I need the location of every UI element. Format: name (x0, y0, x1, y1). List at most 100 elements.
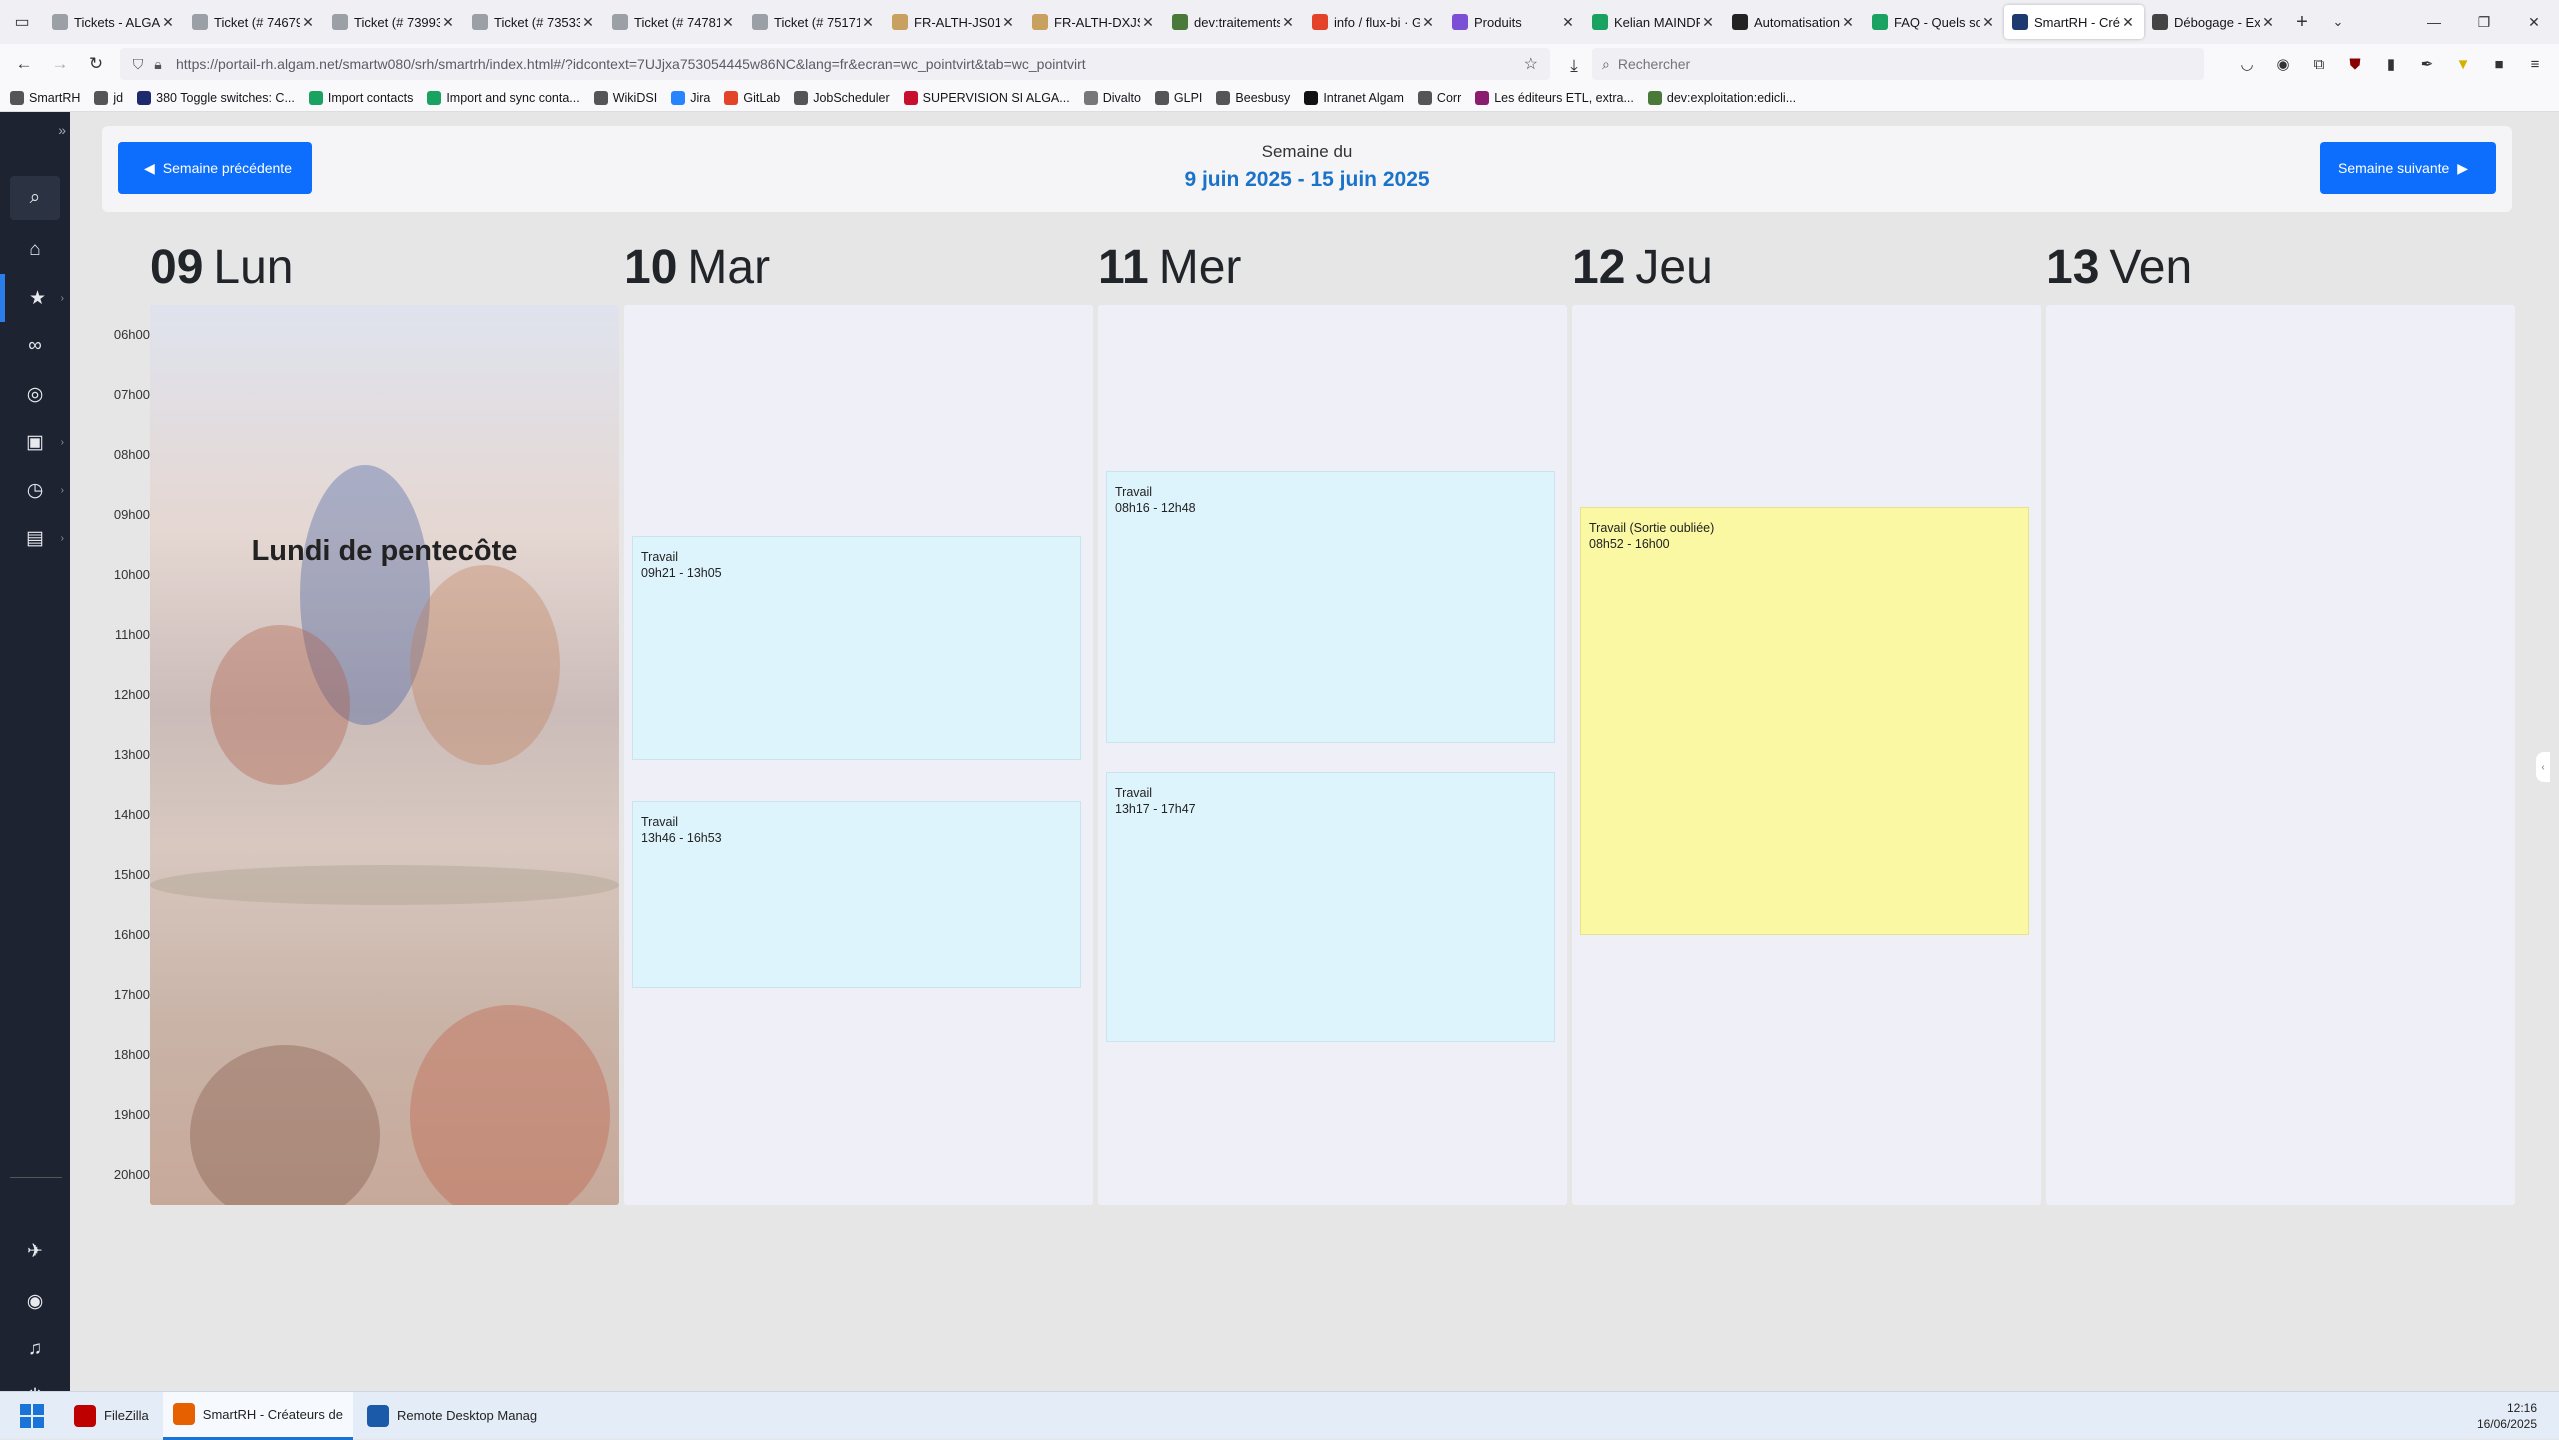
tab-close-icon[interactable]: ✕ (300, 14, 316, 31)
extension-feather-icon[interactable]: ✒ (2409, 46, 2445, 82)
taskbar-app[interactable]: FileZilla (64, 1392, 159, 1440)
time-entry-event[interactable]: Travail (Sortie oubliée) 08h52 - 16h00 (1580, 507, 2029, 935)
tab-close-icon[interactable]: ✕ (580, 14, 596, 31)
user-menu-item[interactable]: ◉ (0, 1277, 70, 1325)
star-menu-item[interactable]: ★ › (0, 274, 70, 322)
home-menu-item[interactable]: ⌂ (0, 226, 70, 274)
browser-tab[interactable]: Tickets - ALGAM✕ (44, 5, 184, 39)
search-menu-item[interactable]: ⌕ (10, 176, 60, 220)
tab-close-icon[interactable]: ✕ (160, 14, 176, 31)
tab-close-icon[interactable]: ✕ (1140, 14, 1156, 31)
extensions-icon[interactable]: ⧉ (2301, 46, 2337, 82)
browser-tab[interactable]: Ticket (# 74781) ✕ (604, 5, 744, 39)
time-entry-event[interactable]: Travail 09h21 - 13h05 (632, 536, 1081, 760)
bookmark-item[interactable]: Import contacts (308, 90, 413, 105)
restore-button[interactable]: ❐ (2459, 0, 2509, 44)
bookmark-item[interactable]: GLPI (1154, 90, 1202, 105)
bookmark-item[interactable]: Divalto (1083, 90, 1141, 105)
day-column[interactable]: Travail (Sortie oubliée) 08h52 - 16h00 (1572, 305, 2041, 1205)
bookmark-item[interactable]: Corr (1417, 90, 1461, 105)
bookmark-item[interactable]: WikiDSI (593, 90, 657, 105)
tab-close-icon[interactable]: ✕ (1280, 14, 1296, 31)
back-button[interactable]: ← (6, 46, 42, 82)
tab-close-icon[interactable]: ✕ (1560, 14, 1576, 31)
browser-tab[interactable]: FR-ALTH-JS01x6✕ (884, 5, 1024, 39)
tab-list-icon[interactable]: ▭ (0, 0, 44, 44)
start-button[interactable] (0, 1392, 64, 1440)
search-bar[interactable]: ⌕ (1592, 48, 2204, 80)
bookmark-item[interactable]: Import and sync conta... (427, 90, 580, 105)
browser-tab[interactable]: Ticket (# 75171) ✕ (744, 5, 884, 39)
shield-icon[interactable]: ⛉ (128, 56, 148, 73)
menu-icon[interactable]: ≡ (2517, 46, 2553, 82)
bookmark-item[interactable]: Les éditeurs ETL, extra... (1475, 90, 1634, 105)
bookmark-item[interactable]: 380 Toggle switches: C... (137, 90, 295, 105)
clock-menu-item[interactable]: ◷ › (0, 466, 70, 514)
ublock-icon[interactable]: ⛊ (2337, 46, 2373, 82)
bookmark-item[interactable]: Intranet Algam (1304, 90, 1404, 105)
url-text[interactable]: https://portail-rh.algam.net/smartw080/s… (176, 56, 1086, 72)
bookmark-star-icon[interactable]: ☆ (1524, 54, 1538, 74)
system-clock[interactable]: 12:16 16/06/2025 (2477, 1400, 2537, 1432)
bookmark-item[interactable]: SmartRH (10, 90, 80, 105)
browser-tab[interactable]: Débogage - Ext ✕ (2144, 5, 2284, 39)
reload-button[interactable]: ↻ (78, 46, 114, 82)
day-column[interactable]: Lundi de pentecôte (150, 305, 619, 1205)
time-entry-event[interactable]: Travail 13h46 - 16h53 (632, 801, 1081, 988)
lock-icon[interactable]: 🔒︎ (148, 56, 168, 73)
list-all-tabs-icon[interactable]: ⌄ (2320, 14, 2356, 30)
tab-close-icon[interactable]: ✕ (1840, 14, 1856, 31)
extension-v-icon[interactable]: ▼ (2445, 46, 2481, 82)
calendar-user-menu-item[interactable]: ▣ › (0, 418, 70, 466)
forward-button[interactable]: → (42, 46, 78, 82)
time-entry-event[interactable]: Travail 08h16 - 12h48 (1106, 471, 1555, 743)
url-bar[interactable]: ⛉ 🔒︎ https://portail-rh.algam.net/smartw… (120, 48, 1550, 80)
sidebar-expand-icon[interactable]: » (58, 122, 66, 138)
tab-close-icon[interactable]: ✕ (440, 14, 456, 31)
minimize-button[interactable]: — (2409, 0, 2459, 44)
chat-menu-item[interactable]: ▤ › (0, 514, 70, 562)
browser-tab[interactable]: SmartRH - Créa ✕ (2004, 5, 2144, 39)
bookmark-item[interactable]: Beesbusy (1216, 90, 1290, 105)
download-icon[interactable]: ⤓ (1556, 48, 1592, 84)
account-icon[interactable]: ◉ (2265, 46, 2301, 82)
browser-tab[interactable]: Ticket (# 73533) ✕ (464, 5, 604, 39)
user-search-menu-item[interactable]: ◎ (0, 370, 70, 418)
plane-menu-item[interactable]: ✈ (0, 1227, 70, 1275)
bookmark-item[interactable]: JobScheduler (794, 90, 890, 105)
tab-close-icon[interactable]: ✕ (1700, 14, 1716, 31)
browser-tab[interactable]: dev:traitements ✕ (1164, 5, 1304, 39)
pocket-icon[interactable]: ◡ (2229, 46, 2265, 82)
new-tab-button[interactable]: + (2284, 11, 2320, 34)
extension-box-icon[interactable]: ■ (2481, 46, 2517, 82)
tab-close-icon[interactable]: ✕ (2260, 14, 2276, 31)
tab-close-icon[interactable]: ✕ (860, 14, 876, 31)
bookmark-item[interactable]: SUPERVISION SI ALGA... (903, 90, 1070, 105)
search-input[interactable] (1617, 56, 2178, 72)
browser-tab[interactable]: FAQ - Quels son✕ (1864, 5, 2004, 39)
taskbar-app[interactable]: SmartRH - Créateurs de (162, 1391, 353, 1440)
browser-tab[interactable]: info / flux-bi · G ✕ (1304, 5, 1444, 39)
browser-tab[interactable]: Produits ✕ (1444, 5, 1584, 39)
day-column[interactable]: Travail 08h16 - 12h48 Travail 13h17 - 17h47 (1098, 305, 1567, 1205)
next-week-button[interactable]: Semaine suivante ▶ (2320, 142, 2496, 194)
tab-close-icon[interactable]: ✕ (1980, 14, 1996, 31)
bell-menu-item[interactable]: ♫ (0, 1325, 70, 1373)
bookmark-item[interactable]: dev:exploitation:edicli... (1647, 90, 1796, 105)
glasses-menu-item[interactable]: ∞ (0, 322, 70, 370)
bookmark-item[interactable]: GitLab (724, 90, 780, 105)
tab-close-icon[interactable]: ✕ (1000, 14, 1016, 31)
browser-tab[interactable]: Automatisation ✕ (1724, 5, 1864, 39)
tab-close-icon[interactable]: ✕ (2120, 14, 2136, 31)
time-entry-event[interactable]: Travail 13h17 - 17h47 (1106, 771, 1555, 1042)
bookmark-item[interactable]: jd (94, 90, 123, 105)
notification-icon[interactable]: ▮ (2373, 46, 2409, 82)
browser-tab[interactable]: Ticket (# 74679) ✕ (184, 5, 324, 39)
bookmark-item[interactable]: Jira (671, 90, 710, 105)
tab-close-icon[interactable]: ✕ (720, 14, 736, 31)
browser-tab[interactable]: FR-ALTH-DXJSI ✕ (1024, 5, 1164, 39)
browser-tab[interactable]: Kelian MAINDRO✕ (1584, 5, 1724, 39)
tab-close-icon[interactable]: ✕ (1420, 14, 1436, 31)
day-column[interactable]: Travail 09h21 - 13h05 Travail 13h46 - 16h53 (624, 305, 1093, 1205)
taskbar-app[interactable]: Remote Desktop Manag (357, 1392, 547, 1440)
